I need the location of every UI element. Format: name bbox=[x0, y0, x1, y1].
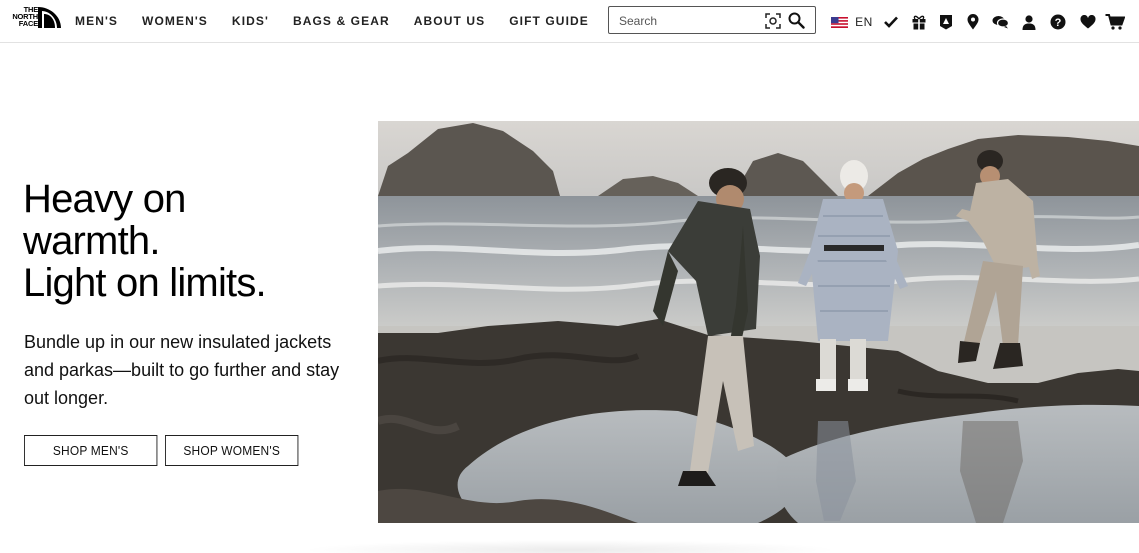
language-label: EN bbox=[855, 15, 873, 29]
nav-item-bags-gear[interactable]: BAGS & GEAR bbox=[293, 14, 390, 28]
nav-item-kids[interactable]: KIDS' bbox=[232, 14, 269, 28]
search-icon[interactable] bbox=[788, 12, 805, 29]
main-navigation: MEN'S WOMEN'S KIDS' BAGS & GEAR ABOUT US… bbox=[75, 0, 613, 42]
checkmark-icon[interactable] bbox=[882, 13, 900, 31]
half-dome-logo-icon bbox=[38, 7, 61, 28]
shop-mens-button[interactable]: SHOP MEN'S bbox=[24, 435, 158, 466]
hero-headline-line-1: Heavy on bbox=[23, 177, 186, 221]
chat-icon[interactable] bbox=[991, 13, 1009, 31]
nav-item-mens[interactable]: MEN'S bbox=[75, 14, 118, 28]
hero-description: Bundle up in our new insulated jackets a… bbox=[24, 332, 340, 408]
camera-scan-icon[interactable] bbox=[765, 13, 781, 29]
us-flag-icon[interactable] bbox=[830, 13, 848, 31]
nav-item-about-us[interactable]: ABOUT US bbox=[414, 14, 485, 28]
nav-item-gift-guide[interactable]: GIFT GUIDE bbox=[509, 14, 589, 28]
cart-icon[interactable] bbox=[1104, 13, 1126, 31]
location-pin-icon[interactable] bbox=[964, 13, 982, 31]
language-selector[interactable]: EN bbox=[855, 13, 873, 31]
wishlist-heart-icon[interactable] bbox=[1079, 13, 1097, 31]
site-header: THE NORTH FACE MEN'S WOMEN'S KIDS' BAGS … bbox=[0, 0, 1139, 43]
hero-headline-line-3: Light on limits. bbox=[23, 261, 267, 305]
logo-wordmark: THE NORTH FACE bbox=[12, 5, 38, 28]
svg-text:?: ? bbox=[1055, 17, 1062, 29]
the-north-face-logo[interactable]: THE NORTH FACE bbox=[8, 5, 61, 32]
search-box bbox=[608, 6, 816, 34]
nav-item-womens[interactable]: WOMEN'S bbox=[142, 14, 208, 28]
help-icon[interactable]: ? bbox=[1049, 13, 1067, 31]
shop-womens-button[interactable]: SHOP WOMEN'S bbox=[165, 435, 299, 466]
xplr-pass-icon[interactable] bbox=[937, 13, 955, 31]
account-icon[interactable] bbox=[1020, 13, 1038, 31]
gift-icon[interactable] bbox=[910, 13, 928, 31]
hero-headline: Heavy on warmth. Light on limits. bbox=[23, 178, 363, 304]
bottom-shadow bbox=[300, 540, 840, 553]
search-input[interactable] bbox=[619, 13, 759, 29]
hero-photo bbox=[378, 121, 1139, 523]
hero-headline-line-2: warmth. bbox=[23, 219, 160, 263]
